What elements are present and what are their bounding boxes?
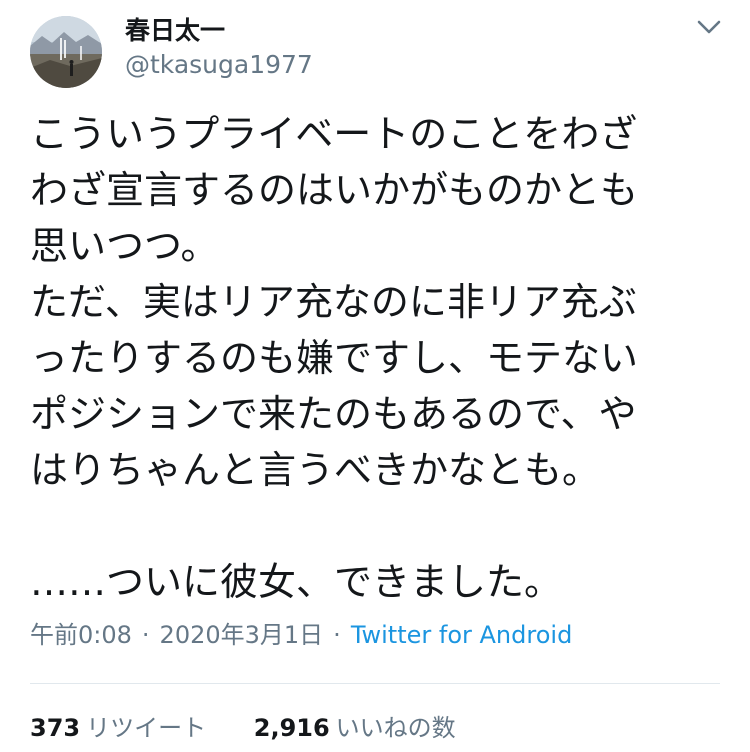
retweets-stat[interactable]: 373 リツイート: [30, 710, 206, 746]
tweet-line: [30, 498, 720, 554]
chevron-down-icon: [697, 20, 721, 34]
divider: [30, 683, 720, 684]
tweet-line: ったりするのも嫌ですし、モテない: [30, 336, 639, 380]
retweets-count: 373: [30, 714, 81, 742]
display-name[interactable]: 春日太一: [125, 14, 225, 48]
tweet-text: こういうプライベートのことをわざ わざ宣言するのはいかがものかとも 思いつつ。 …: [30, 106, 720, 610]
likes-label: いいねの数: [335, 714, 456, 742]
avatar[interactable]: [30, 16, 102, 88]
likes-count: 2,916: [253, 714, 330, 742]
tweet-time[interactable]: 午前0:08: [30, 621, 132, 649]
tweet-source-link[interactable]: Twitter for Android: [351, 621, 572, 649]
tweet-date[interactable]: 2020年3月1日: [160, 621, 324, 649]
tweet-line: わざ宣言するのはいかがものかとも: [30, 168, 639, 212]
user-handle[interactable]: @tkasuga1977: [125, 48, 313, 82]
tweet-menu-button[interactable]: [692, 14, 726, 42]
tweet-line: 思いつつ。: [30, 224, 219, 268]
tweet-line: ……ついに彼女、できました。: [30, 560, 563, 604]
profile-photo: [30, 16, 102, 88]
meta-separator: ·: [141, 621, 150, 649]
meta-separator: ·: [333, 621, 341, 649]
likes-stat[interactable]: 2,916 いいねの数: [254, 710, 456, 746]
tweet-stats: 373 リツイート 2,916 いいねの数: [30, 710, 456, 746]
tweet-line: はりちゃんと言うべきかなとも。: [30, 448, 601, 492]
tweet-line: ただ、実はリア充なのに非リア充ぶ: [30, 280, 637, 324]
tweet-meta: 午前0:08 · 2020年3月1日 · Twitter for Android: [30, 617, 572, 653]
retweets-label: リツイート: [86, 714, 207, 742]
tweet-line: こういうプライベートのことをわざ: [30, 112, 638, 156]
tweet-line: ポジションで来たのもあるので、や: [30, 392, 637, 436]
